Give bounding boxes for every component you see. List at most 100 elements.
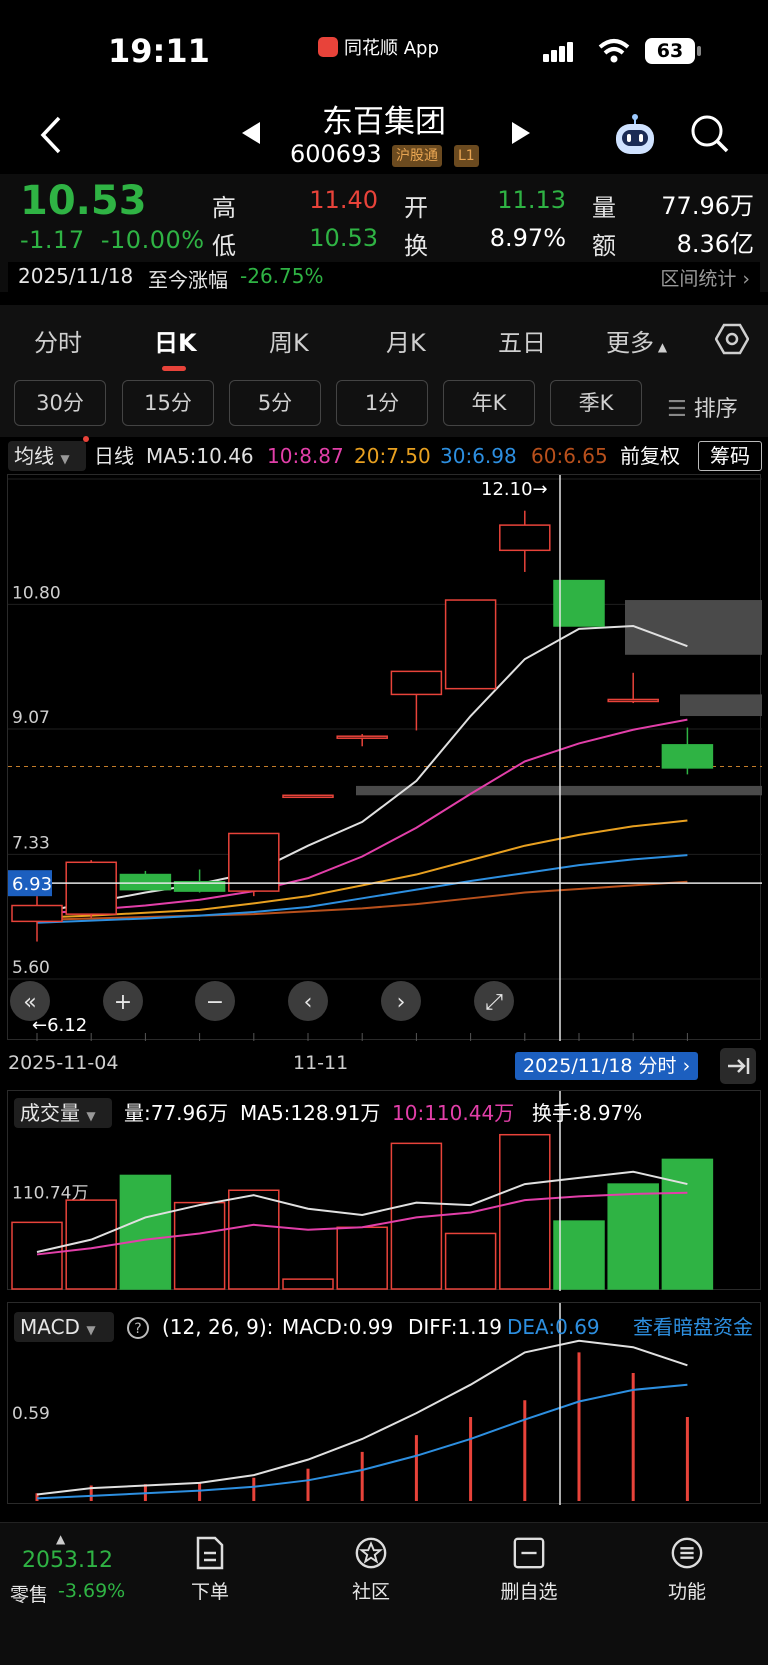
- macd-selector[interactable]: MACD ▼: [14, 1312, 114, 1342]
- kline-panel[interactable]: 12.5410.809.077.335.606.9312.10→←6.12«+−…: [7, 458, 762, 1041]
- ma10-label: 10:8.87: [267, 444, 344, 468]
- sector-name: 零售: [10, 1584, 49, 1606]
- stock-code: 600693: [290, 140, 382, 168]
- candle-body: [336, 735, 388, 739]
- menu-lines-icon: ☰: [667, 397, 694, 422]
- kline-chart[interactable]: 12.5410.809.077.335.606.9312.10→←6.12«+−…: [8, 458, 762, 1041]
- y-axis-label: 12.54: [12, 475, 61, 478]
- vol-ma10-label: 10:110.44万: [392, 1101, 515, 1125]
- turnover-value: 8.97%: [489, 224, 566, 252]
- jump-to-end-icon[interactable]: [720, 1048, 756, 1084]
- crosshair-price-label: 6.93: [12, 874, 52, 895]
- period-5min[interactable]: 5分: [229, 380, 321, 426]
- wifi-icon: [598, 39, 630, 63]
- tab-more-label: 更多: [606, 329, 654, 357]
- candle-body: [65, 861, 117, 915]
- sort-button[interactable]: ☰ 排序: [667, 391, 738, 423]
- period-1min[interactable]: 1分: [336, 380, 428, 426]
- chips-button[interactable]: 筹码: [698, 441, 762, 471]
- functions-button[interactable]: 功能: [632, 1535, 742, 1604]
- ytd-label: 至今涨幅: [148, 268, 228, 292]
- remove-watchlist-label: 删自选: [500, 1581, 558, 1603]
- dropdown-caret-icon: ▼: [60, 452, 70, 466]
- tab-five-day[interactable]: 五日: [498, 323, 546, 358]
- turnover-label: 换: [404, 232, 428, 260]
- status-bar: 19:11 同花顺 App 63: [0, 0, 768, 95]
- price-change: -1.17 -10.00%: [20, 226, 205, 254]
- community-star-icon: [355, 1537, 387, 1569]
- volume-bar: [173, 1201, 226, 1290]
- price-zone: [625, 600, 762, 655]
- app-badge: 同花顺 App: [318, 34, 439, 60]
- ytd-value: -26.75%: [240, 264, 324, 288]
- order-button[interactable]: 下单: [155, 1535, 265, 1604]
- axis-date-mid: 11-11: [293, 1052, 349, 1074]
- sector-change: -3.69%: [58, 1580, 126, 1602]
- tab-more[interactable]: 更多 ▲: [606, 323, 667, 358]
- period-15min[interactable]: 15分: [122, 380, 214, 426]
- remove-watchlist-button[interactable]: 删自选: [474, 1535, 584, 1604]
- caret-up-icon: ▲: [654, 340, 668, 354]
- order-label: 下单: [190, 1581, 229, 1603]
- ai-assistant-icon[interactable]: [612, 112, 658, 158]
- range-stats-link[interactable]: 区间统计 ›: [660, 264, 750, 291]
- turnover-rate-label: 换手:8.97%: [532, 1101, 643, 1125]
- tag-connect: 沪股通: [392, 145, 442, 167]
- amount-label: 额: [592, 232, 616, 260]
- low-label: 低: [212, 232, 236, 260]
- dea-value-label: DEA:0.69: [507, 1315, 600, 1339]
- volume-chart[interactable]: 110.74万: [8, 1091, 762, 1291]
- candle-body: [11, 904, 63, 923]
- adjust-mode-label[interactable]: 前复权: [620, 438, 680, 474]
- ma-selector-label: 均线: [14, 444, 54, 468]
- open-label: 开: [404, 194, 428, 222]
- dropdown-caret-icon: ▼: [86, 1109, 96, 1123]
- ma30-label: 30:6.98: [440, 444, 517, 468]
- dark-pool-link[interactable]: 查看暗盘资金: [633, 1309, 753, 1345]
- expand-up-icon[interactable]: ▲: [56, 1532, 65, 1546]
- community-button[interactable]: 社区: [316, 1535, 426, 1604]
- volume-panel[interactable]: 110.74万: [7, 1090, 762, 1291]
- amount-value: 8.36亿: [676, 230, 754, 258]
- vol-ma5-label: MA5:128.91万: [240, 1101, 381, 1125]
- volume-bar: [336, 1226, 388, 1290]
- ma-selector[interactable]: 均线 ▼: [8, 441, 86, 471]
- chart-settings-icon[interactable]: [715, 322, 749, 356]
- prev-stock-icon[interactable]: [240, 120, 262, 146]
- selected-date-intraday-link[interactable]: 2025/11/18 分时 ›: [515, 1052, 699, 1080]
- volume-label: 量: [592, 194, 616, 222]
- change-pct: -10.00%: [100, 226, 205, 254]
- candle-body: [661, 744, 714, 769]
- ma5-label: MA5:10.46: [146, 444, 254, 468]
- y-axis-label: 7.33: [12, 833, 50, 853]
- y-axis-label: 10.80: [12, 583, 61, 603]
- period-quarterly-k[interactable]: 季K: [550, 380, 642, 426]
- line-type-label: 日线: [94, 444, 134, 468]
- sector-index-value[interactable]: 2053.12: [22, 1548, 113, 1573]
- range-stats-label: 区间统计: [660, 268, 737, 290]
- tab-monthly-k[interactable]: 月K: [386, 323, 426, 358]
- axis-date-start: 2025-11-04: [8, 1052, 119, 1074]
- macd-value-label: MACD:0.99: [282, 1315, 394, 1339]
- volume-bar: [553, 1220, 605, 1290]
- battery-indicator: 63: [645, 38, 701, 64]
- help-icon[interactable]: ?: [126, 1316, 150, 1340]
- change-value: -1.17: [20, 226, 85, 254]
- period-30min[interactable]: 30分: [14, 380, 106, 426]
- search-icon[interactable]: [690, 114, 730, 154]
- menu-circle-icon: [671, 1537, 703, 1569]
- ma20-line: [36, 819, 688, 919]
- candle-body: [444, 599, 497, 690]
- volume-bar: [282, 1278, 334, 1290]
- document-icon: [196, 1536, 224, 1570]
- tab-weekly-k[interactable]: 周K: [269, 323, 309, 358]
- volume-selector[interactable]: 成交量 ▼: [14, 1098, 112, 1128]
- tab-intraday[interactable]: 分时: [34, 323, 82, 358]
- next-stock-icon[interactable]: [510, 120, 532, 146]
- tab-daily-k[interactable]: 日K: [154, 323, 197, 358]
- period-yearly-k[interactable]: 年K: [443, 380, 535, 426]
- volume-bar: [11, 1221, 63, 1290]
- community-label: 社区: [351, 1581, 390, 1603]
- ma20-label: 20:7.50: [354, 444, 431, 468]
- high-label: 高: [212, 194, 236, 222]
